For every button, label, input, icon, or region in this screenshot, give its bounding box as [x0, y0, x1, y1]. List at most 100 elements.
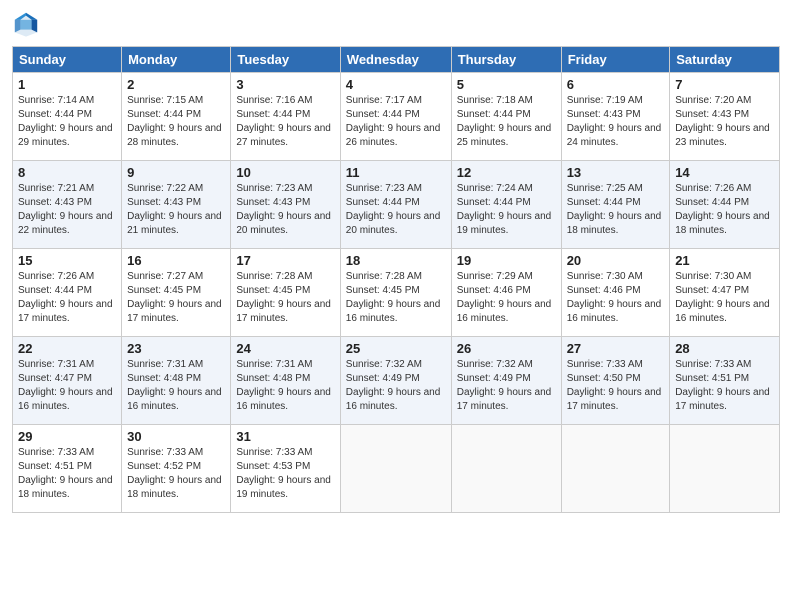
- day-number: 30: [127, 429, 225, 444]
- calendar-cell: 17 Sunrise: 7:28 AMSunset: 4:45 PMDayligh…: [231, 249, 340, 337]
- calendar-cell: 8 Sunrise: 7:21 AMSunset: 4:43 PMDaylight…: [13, 161, 122, 249]
- day-number: 12: [457, 165, 556, 180]
- calendar-cell: 21 Sunrise: 7:30 AMSunset: 4:47 PMDayligh…: [670, 249, 780, 337]
- calendar-cell: [670, 425, 780, 513]
- calendar-cell: 28 Sunrise: 7:33 AMSunset: 4:51 PMDayligh…: [670, 337, 780, 425]
- day-info: Sunrise: 7:24 AMSunset: 4:44 PMDaylight:…: [457, 182, 556, 238]
- day-number: 27: [567, 341, 665, 356]
- calendar-cell: 2 Sunrise: 7:15 AMSunset: 4:44 PMDaylight…: [122, 73, 231, 161]
- calendar-cell: 14Sunrise: 7:26 AMSunset: 4:44 PMDayligh…: [670, 161, 780, 249]
- calendar-cell: 5 Sunrise: 7:18 AMSunset: 4:44 PMDaylight…: [451, 73, 561, 161]
- weekday-header-sunday: Sunday: [13, 47, 122, 73]
- calendar-week-row: 1Sunrise: 7:14 AMSunset: 4:44 PMDaylight…: [13, 73, 780, 161]
- calendar-cell: 4 Sunrise: 7:17 AMSunset: 4:44 PMDaylight…: [340, 73, 451, 161]
- weekday-header-friday: Friday: [561, 47, 670, 73]
- day-number: 21: [675, 253, 774, 268]
- day-number: 9: [127, 165, 225, 180]
- day-number: 1: [18, 77, 116, 92]
- day-info: Sunrise: 7:33 AMSunset: 4:52 PMDaylight:…: [127, 446, 225, 502]
- calendar-cell: 13 Sunrise: 7:25 AMSunset: 4:44 PMDayligh…: [561, 161, 670, 249]
- calendar-cell: 20Sunrise: 7:30 AMSunset: 4:46 PMDayligh…: [561, 249, 670, 337]
- day-info: Sunrise: 7:31 AMSunset: 4:48 PMDaylight:…: [236, 358, 334, 414]
- day-info: Sunrise: 7:19 AMSunset: 4:43 PMDaylight:…: [567, 94, 665, 150]
- calendar-table: SundayMondayTuesdayWednesdayThursdayFrid…: [12, 46, 780, 513]
- calendar-cell: 25Sunrise: 7:32 AMSunset: 4:49 PMDayligh…: [340, 337, 451, 425]
- day-info: Sunrise: 7:15 AMSunset: 4:44 PMDaylight:…: [127, 94, 225, 150]
- page-container: SundayMondayTuesdayWednesdayThursdayFrid…: [0, 0, 792, 523]
- day-number: 11: [346, 165, 446, 180]
- day-number: 24: [236, 341, 334, 356]
- day-info: Sunrise: 7:33 AMSunset: 4:53 PMDaylight:…: [236, 446, 334, 502]
- day-info: Sunrise: 7:16 AMSunset: 4:44 PMDaylight:…: [236, 94, 334, 150]
- logo: [12, 10, 44, 38]
- calendar-cell: [340, 425, 451, 513]
- day-info: Sunrise: 7:22 AMSunset: 4:43 PMDaylight:…: [127, 182, 225, 238]
- day-number: 28: [675, 341, 774, 356]
- calendar-cell: 1Sunrise: 7:14 AMSunset: 4:44 PMDaylight…: [13, 73, 122, 161]
- day-number: 2: [127, 77, 225, 92]
- calendar-cell: 15 Sunrise: 7:26 AMSunset: 4:44 PMDayligh…: [13, 249, 122, 337]
- day-number: 8: [18, 165, 116, 180]
- day-number: 23: [127, 341, 225, 356]
- weekday-header-monday: Monday: [122, 47, 231, 73]
- calendar-cell: 18 Sunrise: 7:28 AMSunset: 4:45 PMDayligh…: [340, 249, 451, 337]
- calendar-cell: 31 Sunrise: 7:33 AMSunset: 4:53 PMDayligh…: [231, 425, 340, 513]
- day-info: Sunrise: 7:33 AMSunset: 4:51 PMDaylight:…: [18, 446, 116, 502]
- day-info: Sunrise: 7:30 AMSunset: 4:47 PMDaylight:…: [675, 270, 774, 326]
- calendar-cell: 3Sunrise: 7:16 AMSunset: 4:44 PMDaylight…: [231, 73, 340, 161]
- day-number: 10: [236, 165, 334, 180]
- day-number: 25: [346, 341, 446, 356]
- day-info: Sunrise: 7:23 AMSunset: 4:43 PMDaylight:…: [236, 182, 334, 238]
- calendar-cell: 6 Sunrise: 7:19 AMSunset: 4:43 PMDaylight…: [561, 73, 670, 161]
- day-info: Sunrise: 7:33 AMSunset: 4:50 PMDaylight:…: [567, 358, 665, 414]
- logo-icon: [12, 10, 40, 38]
- day-number: 18: [346, 253, 446, 268]
- day-number: 15: [18, 253, 116, 268]
- day-number: 16: [127, 253, 225, 268]
- weekday-header-row: SundayMondayTuesdayWednesdayThursdayFrid…: [13, 47, 780, 73]
- calendar-cell: 10 Sunrise: 7:23 AMSunset: 4:43 PMDayligh…: [231, 161, 340, 249]
- weekday-header-thursday: Thursday: [451, 47, 561, 73]
- day-info: Sunrise: 7:25 AMSunset: 4:44 PMDaylight:…: [567, 182, 665, 238]
- day-info: Sunrise: 7:31 AMSunset: 4:48 PMDaylight:…: [127, 358, 225, 414]
- calendar-week-row: 29 Sunrise: 7:33 AMSunset: 4:51 PMDayligh…: [13, 425, 780, 513]
- day-info: Sunrise: 7:28 AMSunset: 4:45 PMDaylight:…: [236, 270, 334, 326]
- day-number: 4: [346, 77, 446, 92]
- day-info: Sunrise: 7:20 AMSunset: 4:43 PMDaylight:…: [675, 94, 774, 150]
- day-number: 31: [236, 429, 334, 444]
- day-info: Sunrise: 7:27 AMSunset: 4:45 PMDaylight:…: [127, 270, 225, 326]
- day-number: 17: [236, 253, 334, 268]
- calendar-cell: 11Sunrise: 7:23 AMSunset: 4:44 PMDayligh…: [340, 161, 451, 249]
- day-info: Sunrise: 7:26 AMSunset: 4:44 PMDaylight:…: [18, 270, 116, 326]
- day-number: 6: [567, 77, 665, 92]
- weekday-header-wednesday: Wednesday: [340, 47, 451, 73]
- calendar-week-row: 8 Sunrise: 7:21 AMSunset: 4:43 PMDaylight…: [13, 161, 780, 249]
- day-info: Sunrise: 7:21 AMSunset: 4:43 PMDaylight:…: [18, 182, 116, 238]
- calendar-cell: 22Sunrise: 7:31 AMSunset: 4:47 PMDayligh…: [13, 337, 122, 425]
- day-info: Sunrise: 7:18 AMSunset: 4:44 PMDaylight:…: [457, 94, 556, 150]
- day-number: 13: [567, 165, 665, 180]
- day-number: 7: [675, 77, 774, 92]
- day-info: Sunrise: 7:28 AMSunset: 4:45 PMDaylight:…: [346, 270, 446, 326]
- page-header: [12, 10, 780, 38]
- day-number: 29: [18, 429, 116, 444]
- calendar-cell: 7 Sunrise: 7:20 AMSunset: 4:43 PMDaylight…: [670, 73, 780, 161]
- calendar-cell: 19Sunrise: 7:29 AMSunset: 4:46 PMDayligh…: [451, 249, 561, 337]
- weekday-header-tuesday: Tuesday: [231, 47, 340, 73]
- calendar-cell: 9 Sunrise: 7:22 AMSunset: 4:43 PMDaylight…: [122, 161, 231, 249]
- weekday-header-saturday: Saturday: [670, 47, 780, 73]
- day-info: Sunrise: 7:26 AMSunset: 4:44 PMDaylight:…: [675, 182, 774, 238]
- day-number: 20: [567, 253, 665, 268]
- calendar-cell: [561, 425, 670, 513]
- day-info: Sunrise: 7:17 AMSunset: 4:44 PMDaylight:…: [346, 94, 446, 150]
- day-number: 5: [457, 77, 556, 92]
- calendar-cell: 12 Sunrise: 7:24 AMSunset: 4:44 PMDayligh…: [451, 161, 561, 249]
- calendar-cell: 27 Sunrise: 7:33 AMSunset: 4:50 PMDayligh…: [561, 337, 670, 425]
- calendar-week-row: 15 Sunrise: 7:26 AMSunset: 4:44 PMDayligh…: [13, 249, 780, 337]
- calendar-cell: [451, 425, 561, 513]
- day-info: Sunrise: 7:33 AMSunset: 4:51 PMDaylight:…: [675, 358, 774, 414]
- calendar-cell: 26Sunrise: 7:32 AMSunset: 4:49 PMDayligh…: [451, 337, 561, 425]
- calendar-cell: 16 Sunrise: 7:27 AMSunset: 4:45 PMDayligh…: [122, 249, 231, 337]
- day-info: Sunrise: 7:29 AMSunset: 4:46 PMDaylight:…: [457, 270, 556, 326]
- day-info: Sunrise: 7:32 AMSunset: 4:49 PMDaylight:…: [457, 358, 556, 414]
